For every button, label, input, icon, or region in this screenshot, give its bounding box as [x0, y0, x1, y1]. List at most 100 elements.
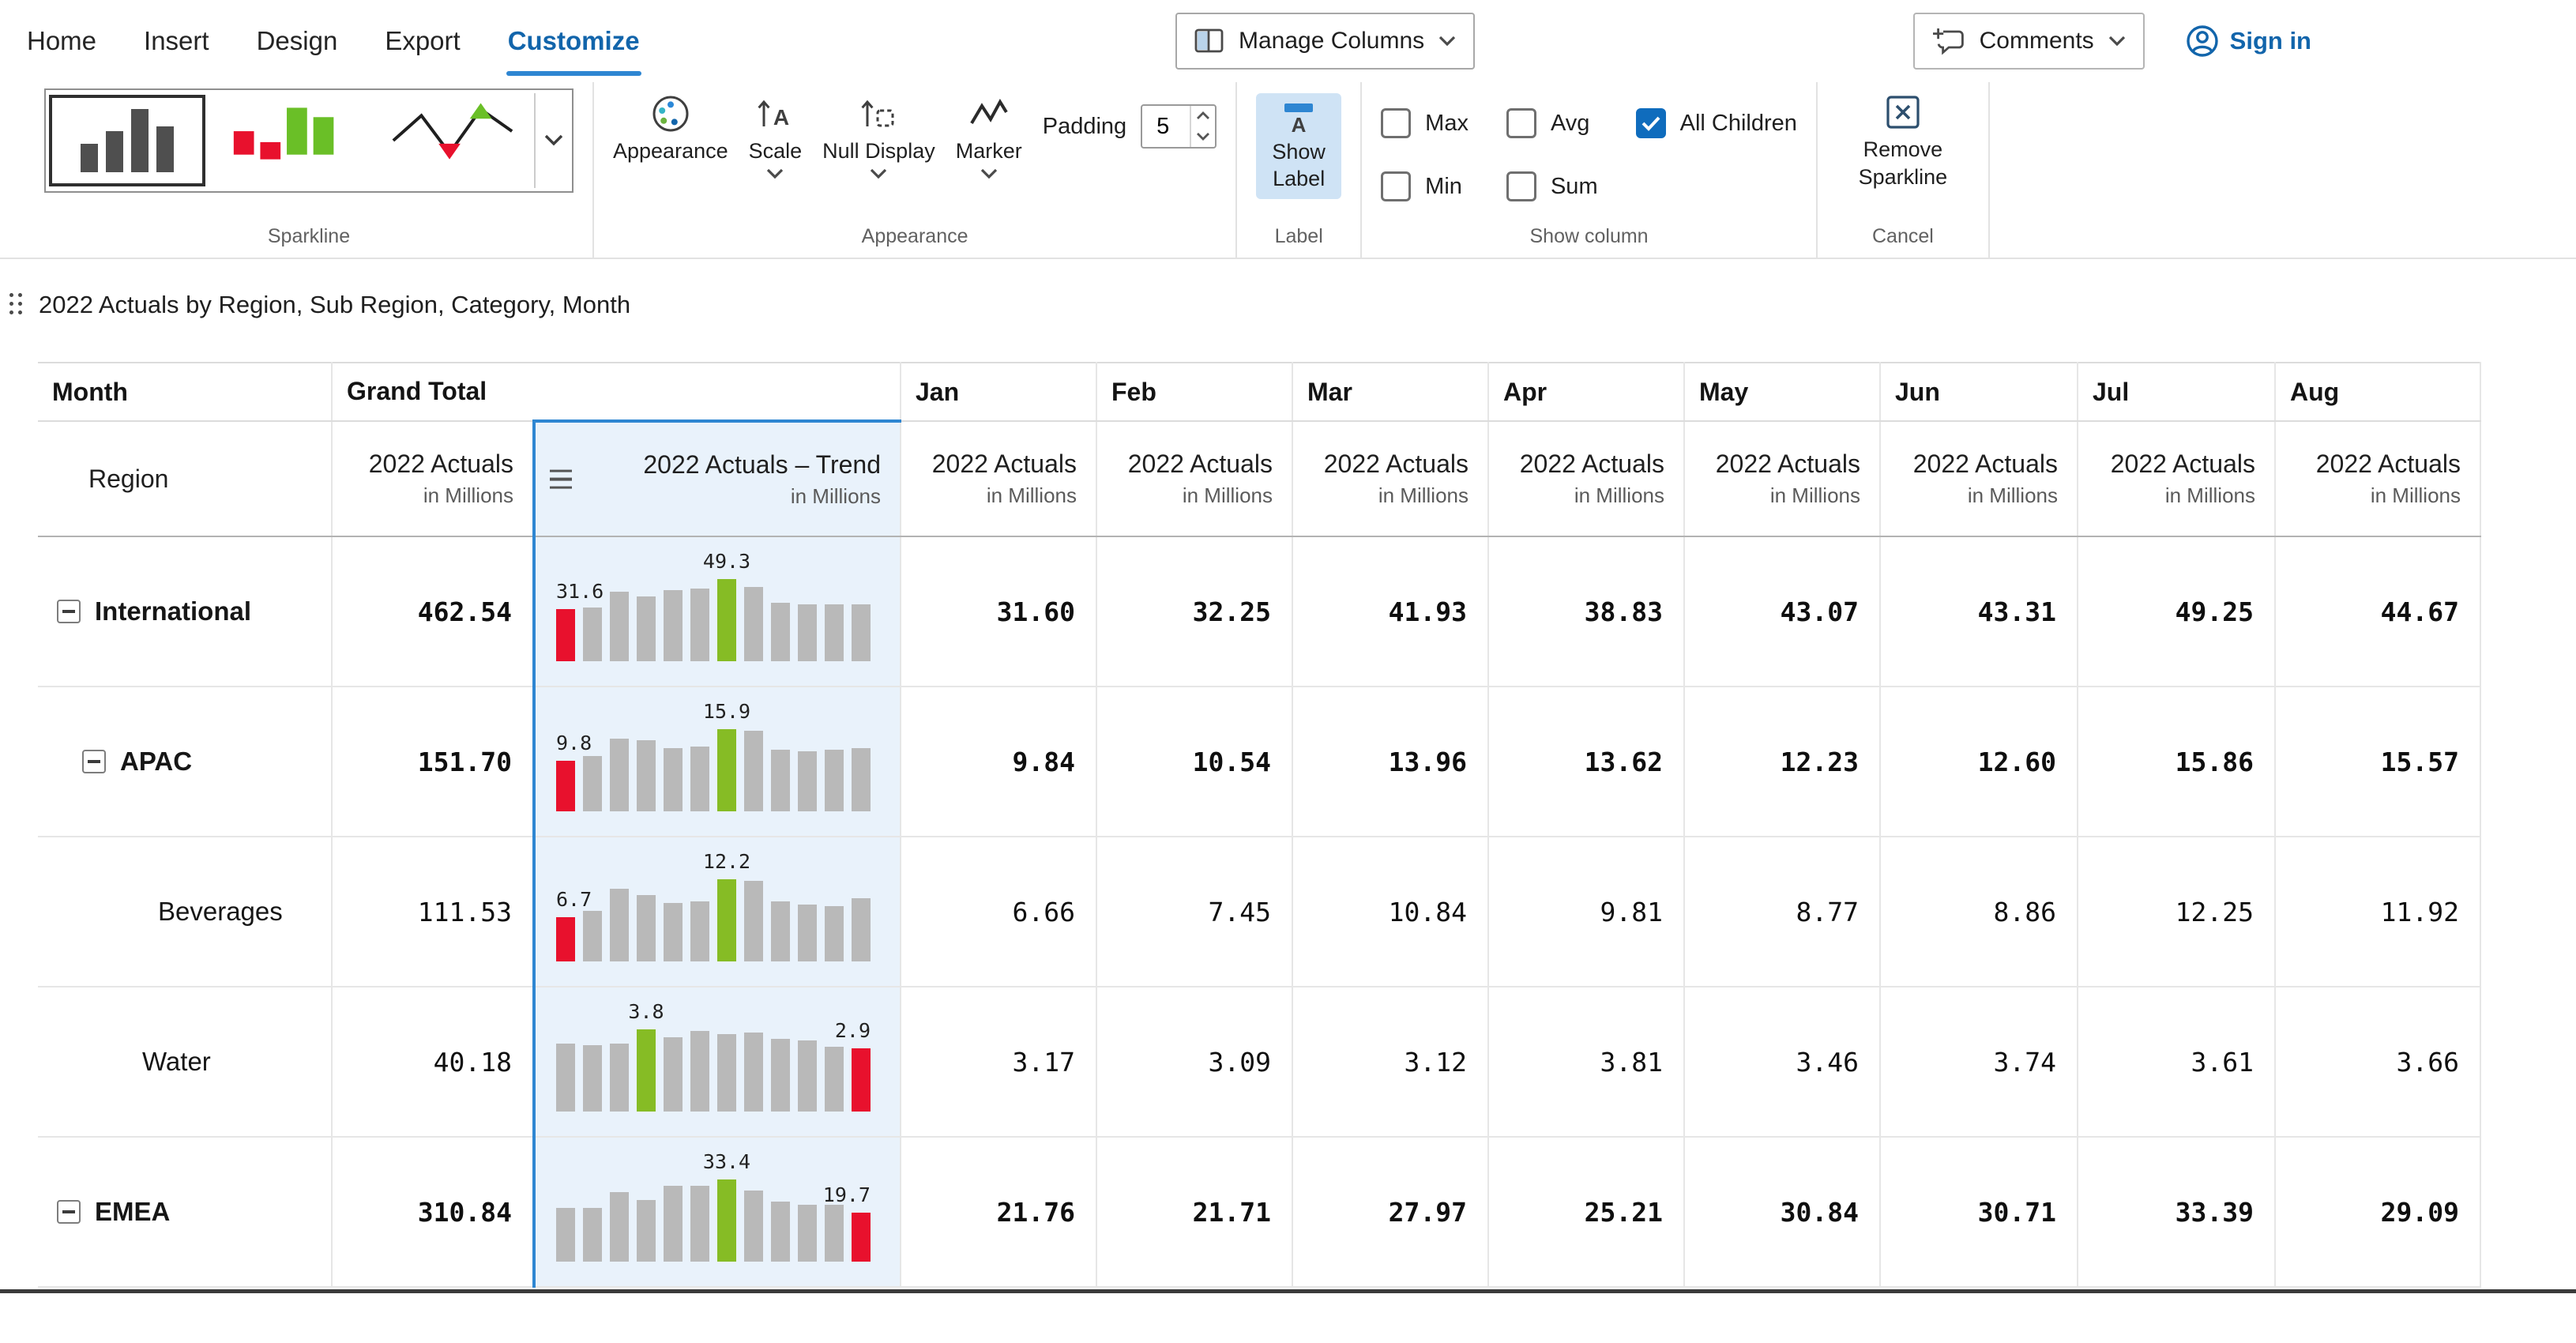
- grand-total-header-cell[interactable]: Grand Total: [332, 363, 901, 421]
- month-value: 33.39: [2078, 1137, 2275, 1287]
- sign-in-button[interactable]: Sign in: [2186, 24, 2311, 58]
- checkbox-box[interactable]: [1381, 108, 1411, 138]
- manage-columns-button[interactable]: Manage Columns: [1175, 13, 1475, 70]
- sparkline-cell[interactable]: 33.419.7: [534, 1137, 901, 1287]
- padding-spinner[interactable]: 5: [1141, 104, 1217, 149]
- spinner-up-button[interactable]: [1191, 106, 1215, 126]
- comment-plus-icon: [1932, 27, 1965, 55]
- checkbox-box[interactable]: [1636, 108, 1666, 138]
- month-value: 3.61: [2078, 987, 2275, 1137]
- menu-item-export[interactable]: Export: [385, 0, 460, 82]
- sparkline-style-column-tile[interactable]: [49, 95, 205, 186]
- spinner-down-button[interactable]: [1191, 126, 1215, 147]
- padding-value[interactable]: 5: [1142, 106, 1190, 147]
- menu-item-home[interactable]: Home: [27, 0, 96, 82]
- padding-control: Padding 5: [1043, 104, 1217, 149]
- month-col-header[interactable]: Feb: [1096, 363, 1292, 421]
- checkbox-all-children[interactable]: All Children: [1636, 108, 1797, 138]
- sparkline-bar: [637, 596, 656, 661]
- checkbox-box[interactable]: [1506, 171, 1536, 201]
- month-measure-header[interactable]: 2022 Actualsin Millions: [1684, 421, 1880, 536]
- grand-total-value: 151.70: [332, 687, 534, 837]
- sparkline-bar: [664, 1186, 683, 1262]
- month-col-header[interactable]: Apr: [1488, 363, 1684, 421]
- sparkline-bar: [610, 592, 629, 661]
- sparkline-style-line-tile[interactable]: [374, 95, 531, 186]
- null-display-button[interactable]: Null Display: [822, 88, 935, 179]
- sparkline-bar: [717, 579, 736, 661]
- checkbox-min[interactable]: Min: [1381, 171, 1469, 201]
- sparkline-bar: [771, 1202, 790, 1262]
- month-measure-header[interactable]: 2022 Actualsin Millions: [2275, 421, 2480, 536]
- show-label-button[interactable]: A Show Label: [1256, 93, 1341, 199]
- menu-item-customize[interactable]: Customize: [508, 0, 640, 82]
- sparkline-cell[interactable]: 12.26.7: [534, 837, 901, 987]
- drag-grip-icon[interactable]: [9, 293, 24, 317]
- sparkline-bar: [583, 608, 602, 661]
- month-value: 38.83: [1488, 536, 1684, 687]
- column-menu-icon[interactable]: [550, 469, 572, 489]
- sparkline-bar: [852, 604, 871, 661]
- menu-item-design[interactable]: Design: [257, 0, 338, 82]
- month-col-header[interactable]: Jun: [1880, 363, 2078, 421]
- checkbox-max[interactable]: Max: [1381, 108, 1469, 138]
- appearance-button[interactable]: Appearance: [613, 88, 728, 164]
- svg-text:A: A: [1292, 113, 1307, 136]
- top-bar-right: Comments Sign in: [1913, 13, 2311, 70]
- checkbox-avg[interactable]: Avg: [1506, 108, 1598, 138]
- grand-total-measure-header[interactable]: 2022 Actualsin Millions: [332, 421, 534, 536]
- month-col-header[interactable]: Aug: [2275, 363, 2480, 421]
- marker-button[interactable]: Marker: [956, 88, 1022, 179]
- comments-button[interactable]: Comments: [1913, 13, 2145, 70]
- line-sparkline-icon: [384, 96, 521, 175]
- marker-button-label: Marker: [956, 139, 1022, 164]
- measure-subtitle: in Millions: [1881, 483, 2058, 508]
- month-measure-header[interactable]: 2022 Actualsin Millions: [1880, 421, 2078, 536]
- month-col-header[interactable]: Jul: [2078, 363, 2275, 421]
- menu-item-insert[interactable]: Insert: [144, 0, 209, 82]
- month-measure-header[interactable]: 2022 Actualsin Millions: [1488, 421, 1684, 536]
- sparkline-value-label: 31.6: [556, 580, 604, 603]
- checkbox-box[interactable]: [1381, 171, 1411, 201]
- row-label[interactable]: APAC: [120, 747, 192, 777]
- checkbox-sum[interactable]: Sum: [1506, 171, 1598, 201]
- gallery-bar-icon: [81, 144, 98, 172]
- trend-column-header[interactable]: 2022 Actuals – Trendin Millions: [534, 421, 901, 536]
- sparkline-bar: [825, 750, 844, 811]
- month-col-header[interactable]: May: [1684, 363, 1880, 421]
- collapse-icon[interactable]: [82, 750, 106, 773]
- row-label[interactable]: EMEA: [95, 1197, 170, 1227]
- checkbox-box[interactable]: [1506, 108, 1536, 138]
- sparkline-cell[interactable]: 3.82.9: [534, 987, 901, 1137]
- month-col-header[interactable]: Jan: [901, 363, 1096, 421]
- month-col-header[interactable]: Mar: [1292, 363, 1488, 421]
- month-measure-header[interactable]: 2022 Actualsin Millions: [901, 421, 1096, 536]
- null-display-icon: [858, 93, 899, 134]
- sparkline-style-variance-tile[interactable]: [212, 95, 368, 186]
- sparkline-cell[interactable]: 49.331.6: [534, 536, 901, 687]
- appearance-group-label: Appearance: [862, 220, 968, 254]
- gallery-bar-icon: [131, 109, 149, 172]
- row-label[interactable]: International: [95, 596, 251, 626]
- month-value: 43.07: [1684, 536, 1880, 687]
- collapse-icon[interactable]: [57, 600, 81, 623]
- month-value: 30.71: [1880, 1137, 2078, 1287]
- month-measure-header[interactable]: 2022 Actualsin Millions: [1096, 421, 1292, 536]
- check-icon: [1641, 115, 1660, 131]
- month-measure-header[interactable]: 2022 Actualsin Millions: [2078, 421, 2275, 536]
- sparkline-bar: [744, 881, 763, 961]
- month-measure-header[interactable]: 2022 Actualsin Millions: [1292, 421, 1488, 536]
- gallery-expand-button[interactable]: [534, 93, 572, 188]
- measure-title: 2022 Actuals: [1685, 450, 1860, 479]
- sparkline-bar: [852, 1048, 871, 1112]
- table-row-apac: APAC151.7015.99.89.8410.5413.9613.6212.2…: [38, 687, 2480, 837]
- sparkline-bar: [664, 903, 683, 961]
- cancel-group: Remove Sparkline Cancel: [1818, 82, 1990, 258]
- table-header-row-measures: Region2022 Actualsin Millions2022 Actual…: [38, 421, 2480, 536]
- sparkline-cell[interactable]: 15.99.8: [534, 687, 901, 837]
- scale-button[interactable]: A Scale: [749, 88, 803, 179]
- sparkline-bar: [556, 917, 575, 961]
- collapse-icon[interactable]: [57, 1200, 81, 1224]
- measure-title: 2022 Actuals: [2276, 450, 2461, 479]
- remove-sparkline-button[interactable]: Remove Sparkline: [1837, 88, 1969, 191]
